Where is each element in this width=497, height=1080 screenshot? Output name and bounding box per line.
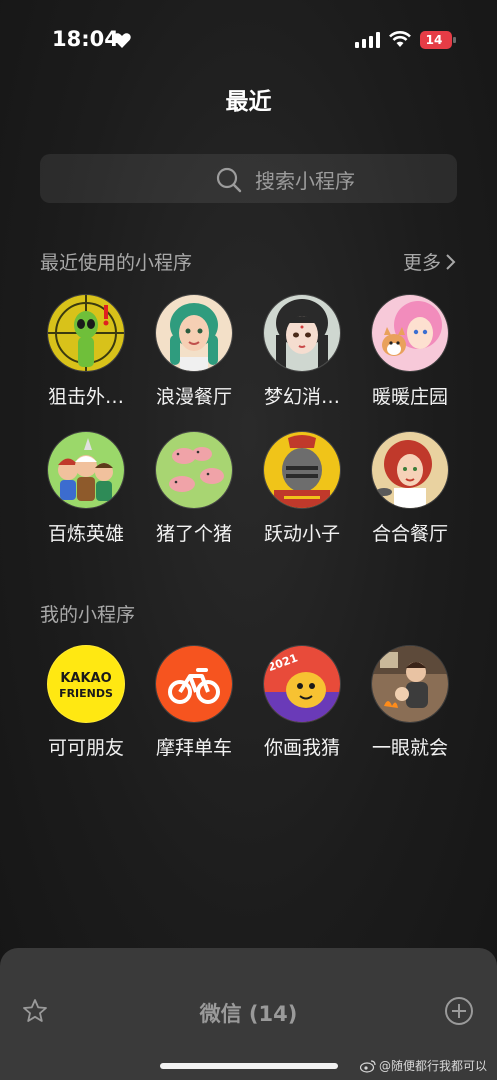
alien-sniper-icon (47, 294, 125, 372)
green-hair-girl-icon (155, 294, 233, 372)
app-label: 合合餐厅 (371, 523, 448, 545)
kakao-friends-icon: KAKAO FRIENDS (47, 645, 125, 723)
app-label: 你画我猜 (263, 737, 340, 759)
app-item[interactable]: 狙击外… (32, 294, 140, 409)
app-label: 跃动小子 (263, 523, 340, 545)
kakao-text-1: KAKAO (60, 671, 111, 686)
app-item[interactable]: 梦幻消… (248, 294, 356, 409)
anime-girl-icon (263, 294, 341, 372)
heroes-group-icon (47, 431, 125, 509)
app-label: 浪漫餐厅 (155, 386, 232, 408)
app-label: 一眼就会 (371, 737, 448, 759)
app-label: 狙击外… (47, 386, 124, 408)
search-input[interactable]: 搜索小程序 (40, 154, 457, 203)
app-label: 可可朋友 (47, 737, 124, 759)
pink-hair-girl-dog-icon (371, 294, 449, 372)
app-item[interactable]: KAKAO FRIENDS 可可朋友 (32, 645, 140, 760)
status-bar: 18:04 14 (0, 0, 497, 80)
app-label: 百炼英雄 (47, 523, 124, 545)
app-label: 猪了个猪 (155, 523, 232, 545)
pigs-icon (155, 431, 233, 509)
watermark: @随便都行我都可以 (359, 1057, 487, 1074)
search-placeholder: 搜索小程序 (255, 169, 355, 193)
wechat-title[interactable]: 微信 (14) (0, 998, 497, 1028)
mother-baby-icon (371, 645, 449, 723)
home-indicator[interactable] (160, 1063, 338, 1069)
app-item[interactable]: 暖暖庄园 (356, 294, 464, 409)
app-item[interactable]: 一眼就会 (356, 645, 464, 760)
more-label: 更多 (402, 252, 441, 274)
bicycle-icon (155, 645, 233, 723)
battery-level: 14 (425, 33, 443, 47)
cellular-signal-icon (355, 32, 380, 48)
mine-section-title: 我的小程序 (40, 604, 136, 626)
draw-guess-icon: 2021 (263, 645, 341, 723)
app-item[interactable]: 猪了个猪 (140, 431, 248, 546)
weibo-icon (359, 1059, 376, 1073)
app-label: 梦幻消… (263, 386, 340, 408)
status-time: 18:04 (52, 27, 119, 51)
knight-helmet-icon (263, 431, 341, 509)
app-item[interactable]: 2021 你画我猜 (248, 645, 356, 760)
app-item[interactable]: 百炼英雄 (32, 431, 140, 546)
page-title: 最近 (225, 89, 272, 115)
search-icon (216, 167, 242, 193)
add-circle-icon[interactable] (444, 996, 474, 1026)
app-label: 暖暖庄园 (371, 386, 448, 408)
app-label: 摩拜单车 (155, 737, 232, 759)
app-item[interactable]: 跃动小子 (248, 431, 356, 546)
battery-nub (453, 37, 456, 43)
wifi-icon (389, 31, 411, 47)
recent-section-title: 最近使用的小程序 (40, 252, 193, 274)
more-button[interactable]: 更多 (403, 248, 457, 275)
chef-girl-icon (371, 431, 449, 509)
app-item[interactable]: 浪漫餐厅 (140, 294, 248, 409)
app-item[interactable]: 合合餐厅 (356, 431, 464, 546)
kakao-text-2: FRIENDS (59, 687, 113, 700)
heart-icon (113, 33, 131, 48)
app-item[interactable]: 摩拜单车 (140, 645, 248, 760)
chevron-right-icon (446, 253, 456, 270)
watermark-text: @随便都行我都可以 (378, 1059, 487, 1073)
battery-indicator: 14 (420, 31, 456, 49)
